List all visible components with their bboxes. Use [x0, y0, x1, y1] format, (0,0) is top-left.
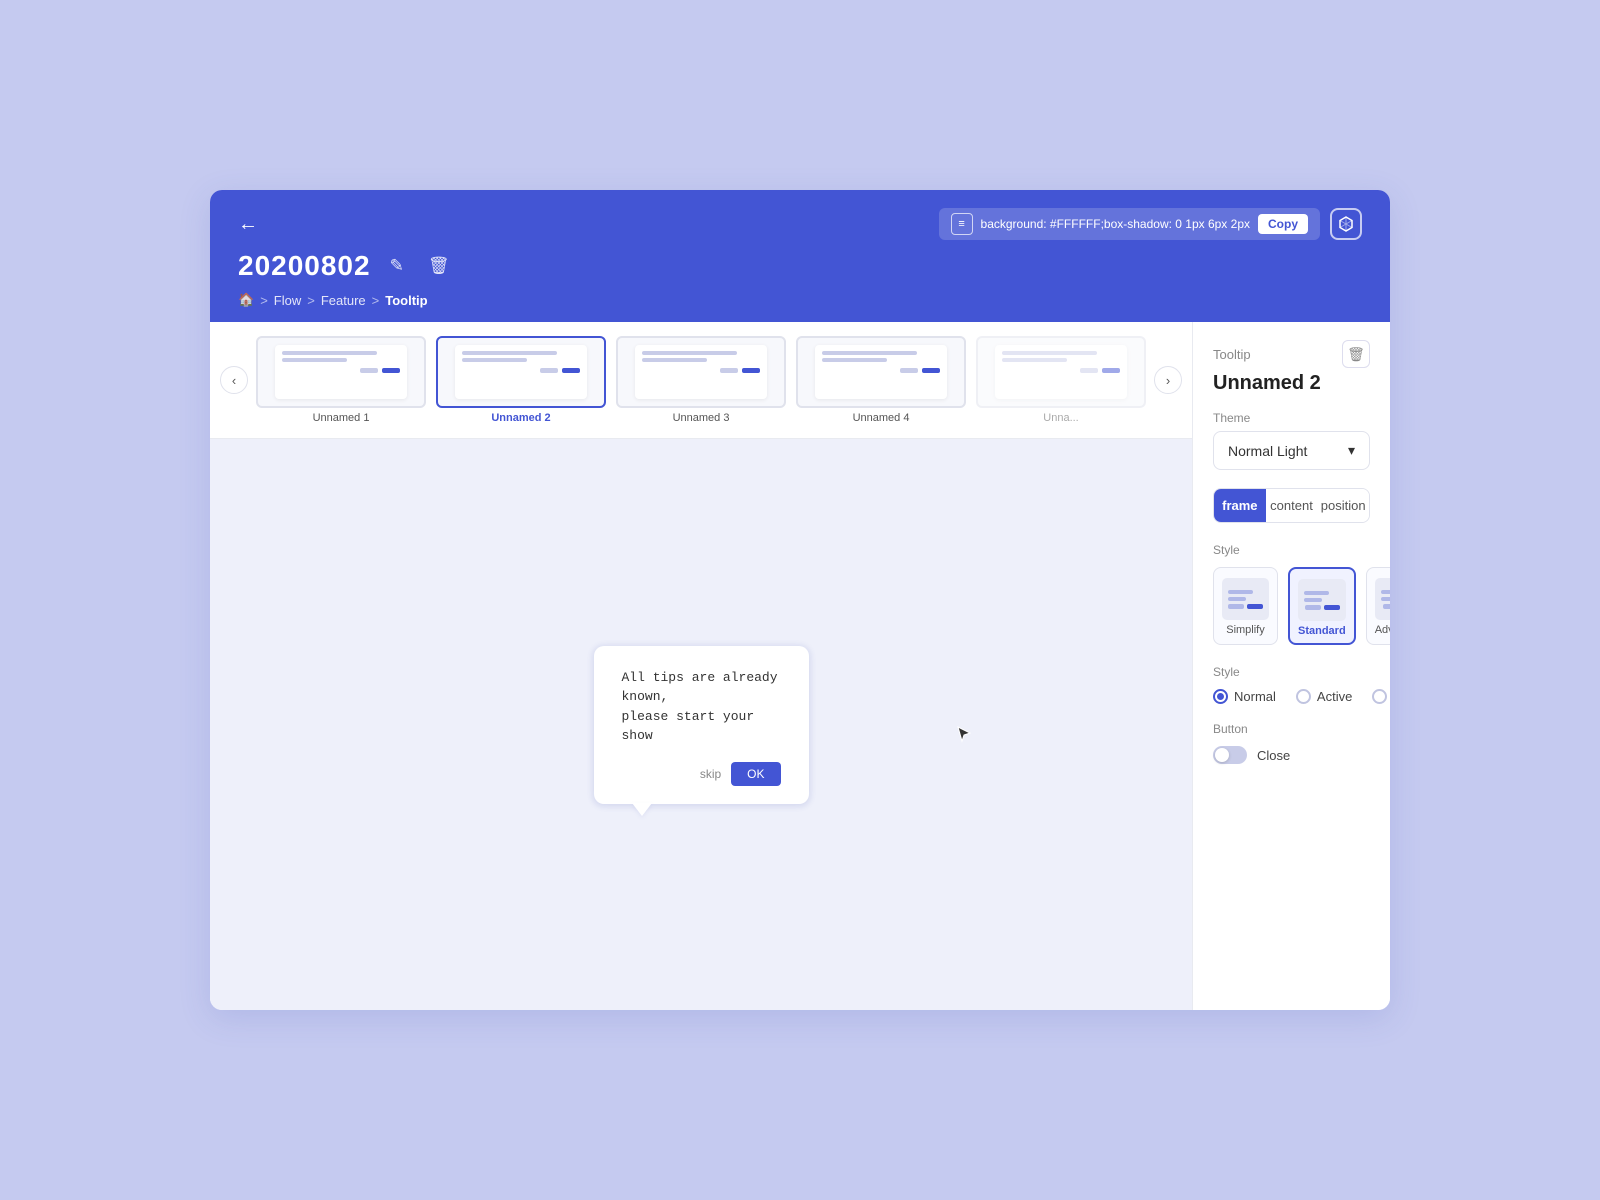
theme-label: Theme	[1213, 411, 1370, 425]
thumb-label-3: Unnamed 3	[673, 412, 730, 424]
delete-button[interactable]: 🗑	[423, 254, 455, 278]
tooltip-popup: All tips are already known,please start …	[594, 646, 809, 804]
thumb-card-4[interactable]	[796, 336, 966, 408]
right-panel: Tooltip 🗑 Unnamed 2 Theme Normal Light ▾…	[1192, 322, 1390, 1010]
breadcrumb-flow[interactable]: Flow	[274, 293, 301, 308]
style-card-simplify[interactable]: Simplify	[1213, 567, 1278, 645]
style-cards: Simplify Standard	[1213, 567, 1370, 645]
header-top: ← ≡ background: #FFFFFF;box-shadow: 0 1p…	[238, 208, 1362, 240]
thumbnail-item[interactable]: Unnamed 4	[796, 336, 966, 424]
toggle-label: Close	[1257, 748, 1290, 763]
style-section-label: Style	[1213, 543, 1370, 557]
radio-active-circle	[1296, 689, 1311, 704]
edit-button[interactable]: ✎	[385, 254, 409, 278]
copy-button[interactable]: Copy	[1258, 214, 1308, 234]
panel-title: Unnamed 2	[1213, 372, 1370, 395]
back-button[interactable]: ←	[238, 213, 258, 236]
panel-header: Tooltip 🗑	[1213, 340, 1370, 368]
chevron-down-icon: ▾	[1348, 442, 1355, 459]
thumb-label-2: Unnamed 2	[491, 412, 550, 424]
tooltip-arrow	[632, 803, 652, 816]
thumbnail-list: Unnamed 1	[248, 336, 1154, 424]
tab-position[interactable]: position	[1317, 489, 1369, 522]
strip-prev-button[interactable]: ‹	[220, 366, 248, 394]
code-display: ≡ background: #FFFFFF;box-shadow: 0 1px …	[939, 208, 1320, 240]
tooltip-text: All tips are already known,please start …	[622, 668, 781, 746]
thumb-card-5[interactable]	[976, 336, 1146, 408]
panel-delete-button[interactable]: 🗑	[1342, 340, 1370, 368]
style-card-advanced-label: Advanced	[1375, 624, 1390, 636]
style-card-advanced[interactable]: Advanced	[1366, 567, 1390, 645]
style-card-simplify-label: Simplify	[1226, 624, 1265, 636]
thumbnail-item[interactable]: Unna...	[976, 336, 1146, 424]
radio-active[interactable]: Active	[1296, 689, 1352, 704]
app-window: ← ≡ background: #FFFFFF;box-shadow: 0 1p…	[210, 190, 1390, 1010]
radio-normal-label: Normal	[1234, 689, 1276, 704]
thumb-label-5: Unna...	[1043, 412, 1078, 424]
thumbnail-item[interactable]: Unnamed 3	[616, 336, 786, 424]
code-icon: ≡	[951, 213, 973, 235]
breadcrumb: 🏠 > Flow > Feature > Tooltip	[238, 292, 1362, 322]
tooltip-actions: skip OK	[622, 762, 781, 786]
radio-normal[interactable]: Normal	[1213, 689, 1276, 704]
radio-disabled[interactable]: Disabled	[1372, 689, 1390, 704]
header: ← ≡ background: #FFFFFF;box-shadow: 0 1p…	[210, 190, 1390, 322]
toggle-row: Close	[1213, 746, 1370, 764]
panel-label: Tooltip	[1213, 347, 1251, 362]
canvas-preview: All tips are already known,please start …	[210, 439, 1192, 1010]
radio-group: Normal Active Disabled	[1213, 689, 1370, 704]
home-icon[interactable]: 🏠	[238, 292, 254, 308]
cursor-indicator	[956, 725, 972, 745]
thumb-label-4: Unnamed 4	[853, 412, 910, 424]
toggle-knob	[1215, 748, 1229, 762]
radio-normal-circle	[1213, 689, 1228, 704]
breadcrumb-feature[interactable]: Feature	[321, 293, 366, 308]
canvas-area: ‹ Unn	[210, 322, 1192, 1010]
strip-next-button[interactable]: ›	[1154, 366, 1182, 394]
code-text: background: #FFFFFF;box-shadow: 0 1px 6p…	[981, 217, 1250, 231]
thumbnail-item[interactable]: Unnamed 2	[436, 336, 606, 424]
breadcrumb-tooltip: Tooltip	[385, 293, 427, 308]
tab-frame[interactable]: frame	[1214, 489, 1266, 522]
tab-content[interactable]: content	[1266, 489, 1318, 522]
thumb-card-2[interactable]	[436, 336, 606, 408]
thumb-card-1[interactable]	[256, 336, 426, 408]
tab-row: frame content position	[1213, 488, 1370, 523]
main-body: ‹ Unn	[210, 322, 1390, 1010]
style-card-standard-label: Standard	[1298, 625, 1346, 637]
3d-icon[interactable]	[1330, 208, 1362, 240]
thumb-card-3[interactable]	[616, 336, 786, 408]
thumbnail-strip: ‹ Unn	[210, 322, 1192, 439]
thumb-label-1: Unnamed 1	[313, 412, 370, 424]
style-label: Style	[1213, 665, 1370, 679]
theme-select[interactable]: Normal Light ▾	[1213, 431, 1370, 470]
thumbnail-item[interactable]: Unnamed 1	[256, 336, 426, 424]
radio-active-label: Active	[1317, 689, 1352, 704]
radio-disabled-circle	[1372, 689, 1387, 704]
button-section-label: Button	[1213, 722, 1370, 736]
tooltip-ok-button[interactable]: OK	[731, 762, 780, 786]
page-title: 20200802	[238, 250, 371, 282]
close-toggle[interactable]	[1213, 746, 1247, 764]
style-card-standard[interactable]: Standard	[1288, 567, 1356, 645]
tooltip-skip-button[interactable]: skip	[700, 767, 721, 781]
header-title-row: 20200802 ✎ 🗑	[238, 250, 1362, 282]
